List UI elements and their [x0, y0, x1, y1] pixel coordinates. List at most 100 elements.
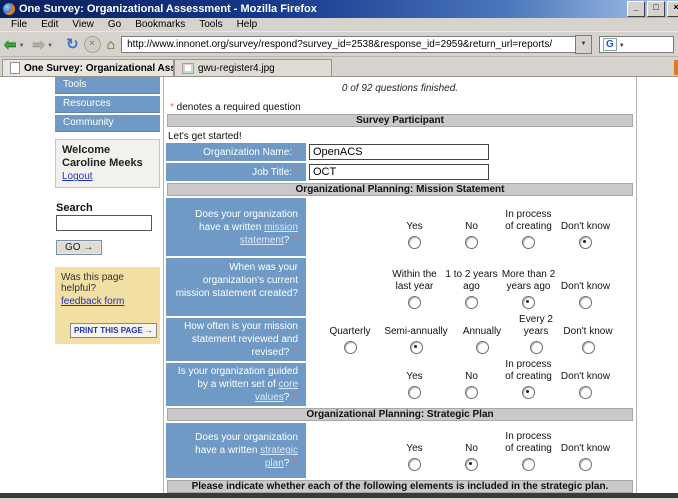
url-dropdown-button[interactable]: ▼: [575, 35, 592, 54]
radio-button[interactable]: [579, 386, 592, 399]
page-left-margin: [0, 77, 55, 493]
section-header-mission: Organizational Planning: Mission Stateme…: [167, 183, 633, 196]
organization-name-input[interactable]: [309, 144, 489, 160]
radio-button[interactable]: [476, 341, 489, 354]
question-text: How often is your mission statement revi…: [184, 321, 298, 358]
question-row-core-values: Is your organization guided by a written…: [166, 363, 634, 406]
back-dropdown-icon[interactable]: ▼: [19, 43, 25, 49]
option-dont-know: Don't know: [557, 198, 614, 256]
option-label: No: [465, 371, 478, 383]
stop-button[interactable]: ×: [84, 36, 101, 53]
window-controls: _ □ ×: [627, 1, 675, 17]
radio-button[interactable]: [408, 236, 421, 249]
radio-button[interactable]: [530, 341, 543, 354]
options-group: Quarterly Semi-annually Annually Every 2…: [306, 318, 634, 361]
radio-button[interactable]: [408, 458, 421, 471]
maximize-button[interactable]: □: [647, 1, 665, 17]
search-input[interactable]: [56, 215, 152, 231]
menu-file[interactable]: File: [4, 19, 34, 30]
question-label: Does your organization have a written st…: [166, 423, 306, 478]
tab-survey[interactable]: One Survey: Organizational Assessm...: [2, 59, 174, 76]
tab-image[interactable]: gwu-register4.jpg: [174, 59, 332, 76]
image-icon: [182, 63, 194, 74]
radio-button[interactable]: [344, 341, 357, 354]
sidebar-item-tools[interactable]: Tools: [55, 77, 160, 94]
question-text: When was your organization's current mis…: [176, 262, 298, 299]
search-engine-dropdown-icon[interactable]: ▼: [619, 43, 625, 49]
option-within-last-year: Within the last year: [386, 258, 443, 316]
radio-button[interactable]: [522, 458, 535, 471]
window-title: One Survey: Organizational Assessment - …: [19, 3, 317, 15]
menu-view[interactable]: View: [65, 19, 101, 30]
job-title-input[interactable]: [309, 164, 489, 180]
sidebar-item-resources[interactable]: Resources: [55, 96, 160, 113]
options-group: Within the last year 1 to 2 years ago Mo…: [306, 258, 634, 316]
tab-bar: One Survey: Organizational Assessm... gw…: [0, 57, 678, 77]
option-label: Semi-annually: [384, 326, 447, 338]
page-viewport: Tools Resources Community Welcome Caroli…: [0, 77, 678, 493]
option-yes: Yes: [386, 198, 443, 256]
welcome-panel: Welcome Caroline Meeks Logout: [55, 139, 160, 188]
option-label: More than 2 years ago: [500, 269, 557, 293]
user-name: Caroline Meeks: [62, 157, 153, 170]
home-button[interactable]: ⌂: [107, 36, 115, 52]
url-input[interactable]: http://www.innonet.org/survey/respond?su…: [121, 36, 575, 53]
field-label-organization: Organization Name: *: [166, 143, 306, 161]
option-dont-know: Don't know: [562, 318, 614, 361]
forward-dropdown-icon[interactable]: ▼: [47, 43, 53, 49]
reload-button[interactable]: ↻: [66, 35, 79, 53]
logout-link[interactable]: Logout: [62, 171, 93, 182]
radio-button[interactable]: [582, 341, 595, 354]
option-label: Don't know: [561, 281, 610, 293]
sidebar-item-community[interactable]: Community: [55, 115, 160, 132]
option-label: Yes: [406, 443, 422, 455]
question-label: How often is your mission statement revi…: [166, 318, 306, 361]
radio-button[interactable]: [579, 236, 592, 249]
option-no: No: [443, 423, 500, 478]
option-dont-know: Don't know: [557, 423, 614, 478]
tab-overflow-indicator: [674, 60, 678, 75]
menu-go[interactable]: Go: [101, 19, 128, 30]
option-more-2-years: More than 2 years ago: [500, 258, 557, 316]
field-label-text: Job Title:: [252, 167, 292, 178]
search-engine-box[interactable]: G ▼: [599, 36, 674, 53]
page-icon: [10, 62, 20, 74]
radio-button[interactable]: [579, 458, 592, 471]
option-annually: Annually: [454, 318, 510, 361]
question-row-mission-statement: Does your organization have a written mi…: [166, 198, 634, 256]
radio-button[interactable]: [522, 386, 535, 399]
required-asterisk: *: [294, 301, 298, 312]
minimize-button[interactable]: _: [627, 1, 645, 17]
option-label: Don't know: [561, 371, 610, 383]
radio-button[interactable]: [579, 296, 592, 309]
radio-button[interactable]: [408, 296, 421, 309]
question-label: Is your organization guided by a written…: [166, 363, 306, 406]
forward-button[interactable]: ⇨ ▼: [33, 37, 58, 52]
radio-button[interactable]: [410, 341, 423, 354]
required-asterisk: *: [294, 147, 298, 158]
menu-help[interactable]: Help: [230, 19, 265, 30]
feedback-form-link[interactable]: feedback form: [61, 296, 124, 307]
radio-button[interactable]: [465, 236, 478, 249]
field-row-organization: Organization Name: *: [166, 143, 634, 161]
radio-button[interactable]: [408, 386, 421, 399]
option-no: No: [443, 198, 500, 256]
menu-edit[interactable]: Edit: [34, 19, 65, 30]
radio-button[interactable]: [522, 236, 535, 249]
required-asterisk: *: [291, 347, 298, 358]
radio-button[interactable]: [465, 458, 478, 471]
option-label: Yes: [406, 221, 422, 233]
menu-bookmarks[interactable]: Bookmarks: [128, 19, 192, 30]
close-button[interactable]: ×: [667, 1, 678, 17]
go-button[interactable]: GO →: [56, 240, 102, 255]
options-group: Yes No In process of creating Don't know: [306, 423, 634, 478]
navigation-toolbar: ⇦ ▼ ⇨ ▼ ↻ × ⌂ http://www.innonet.org/sur…: [0, 32, 678, 57]
radio-button[interactable]: [465, 386, 478, 399]
radio-button[interactable]: [465, 296, 478, 309]
option-no: No: [443, 363, 500, 406]
tab-survey-label: One Survey: Organizational Assessm...: [24, 63, 174, 74]
back-button[interactable]: ⇦ ▼: [4, 37, 29, 52]
radio-button[interactable]: [522, 296, 535, 309]
print-page-button[interactable]: PRINT THIS PAGE →: [70, 323, 157, 338]
menu-tools[interactable]: Tools: [192, 19, 229, 30]
